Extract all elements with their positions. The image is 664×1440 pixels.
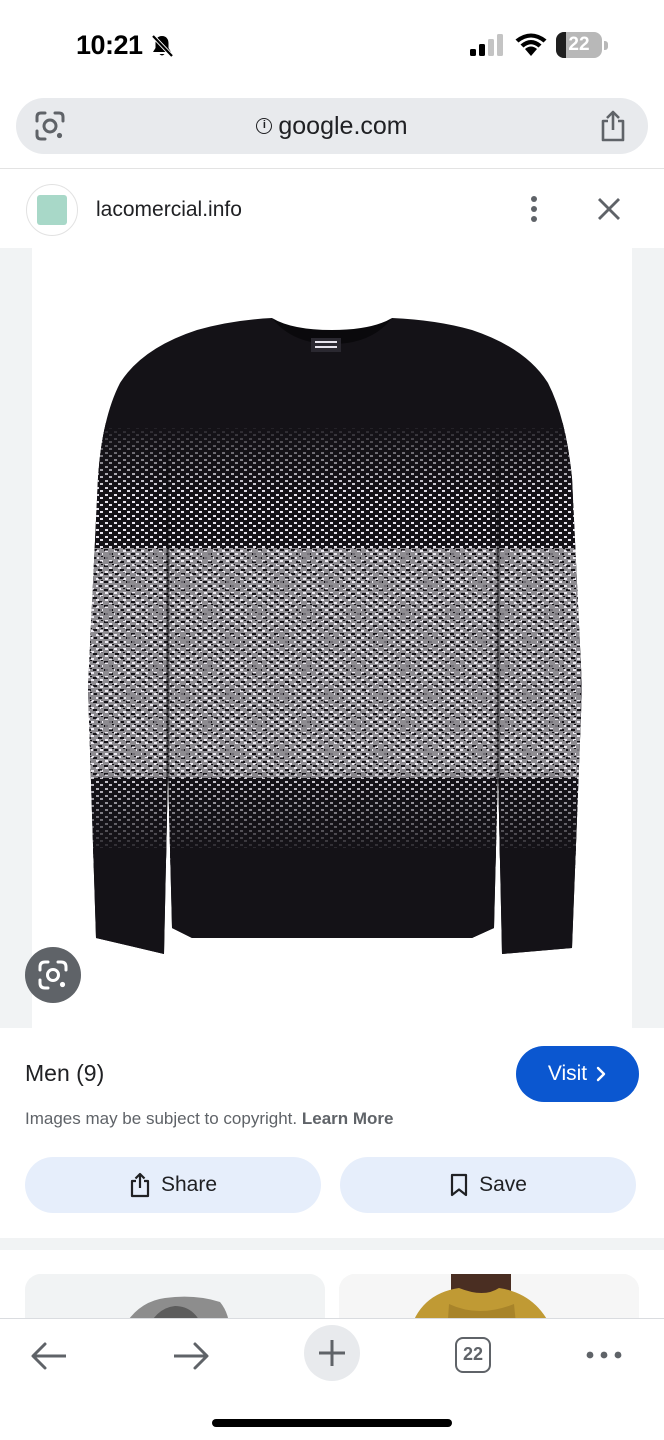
lens-icon <box>38 960 68 990</box>
site-name[interactable]: lacomercial.info <box>96 198 242 222</box>
battery-level: 22 <box>568 34 590 55</box>
site-header: lacomercial.info <box>0 170 664 248</box>
status-bar: 10:21 22 <box>0 0 664 88</box>
new-tab-button[interactable] <box>304 1325 360 1381</box>
back-arrow-icon[interactable] <box>30 1341 68 1371</box>
section-divider <box>0 1238 664 1250</box>
more-vert-icon[interactable] <box>520 194 548 224</box>
new-tab-icon <box>319 1340 345 1366</box>
learn-more-link[interactable]: Learn More <box>302 1109 394 1128</box>
cellular-signal-icon <box>470 34 503 56</box>
battery-body: 22 <box>556 32 602 58</box>
visit-label: Visit <box>547 1062 588 1085</box>
share-icon[interactable] <box>598 110 628 142</box>
tab-switcher-icon[interactable]: 22 <box>455 1337 491 1373</box>
url-bar[interactable]: i google.com <box>16 98 648 154</box>
image-area <box>0 248 664 1028</box>
visit-button[interactable]: Visit <box>516 1046 639 1102</box>
url-display[interactable]: i google.com <box>16 98 648 154</box>
sweater-image <box>88 318 582 954</box>
copyright-notice: Images may be subject to copyright. Lear… <box>25 1109 394 1129</box>
share-icon <box>130 1172 150 1198</box>
lens-search-button[interactable] <box>25 947 81 1003</box>
divider <box>0 168 664 169</box>
bookmark-icon <box>450 1173 468 1197</box>
product-image[interactable] <box>32 248 632 1028</box>
share-button[interactable]: Share <box>25 1157 321 1213</box>
forward-arrow-icon[interactable] <box>172 1341 210 1371</box>
bell-slash-icon <box>151 34 174 58</box>
favicon <box>26 184 78 236</box>
home-indicator[interactable] <box>212 1419 452 1427</box>
save-label: Save <box>479 1173 527 1196</box>
battery-tip <box>604 41 608 50</box>
battery-icon: 22 <box>556 32 608 58</box>
chevron-right-icon <box>596 1066 606 1082</box>
info-icon[interactable]: i <box>256 118 273 134</box>
favicon-square <box>37 195 67 225</box>
url-text[interactable]: google.com <box>278 112 407 141</box>
google-image-viewer: 10:21 22 i google.com lacomercial.info M… <box>0 0 664 1440</box>
close-icon[interactable] <box>594 194 624 224</box>
more-horiz-icon[interactable] <box>584 1349 624 1361</box>
result-title: Men (9) <box>25 1060 105 1086</box>
share-label: Share <box>160 1173 218 1196</box>
wifi-icon <box>515 33 547 56</box>
copyright-text: Images may be subject to copyright. <box>25 1109 298 1128</box>
status-time: 10:21 <box>76 30 143 60</box>
save-button[interactable]: Save <box>340 1157 636 1213</box>
